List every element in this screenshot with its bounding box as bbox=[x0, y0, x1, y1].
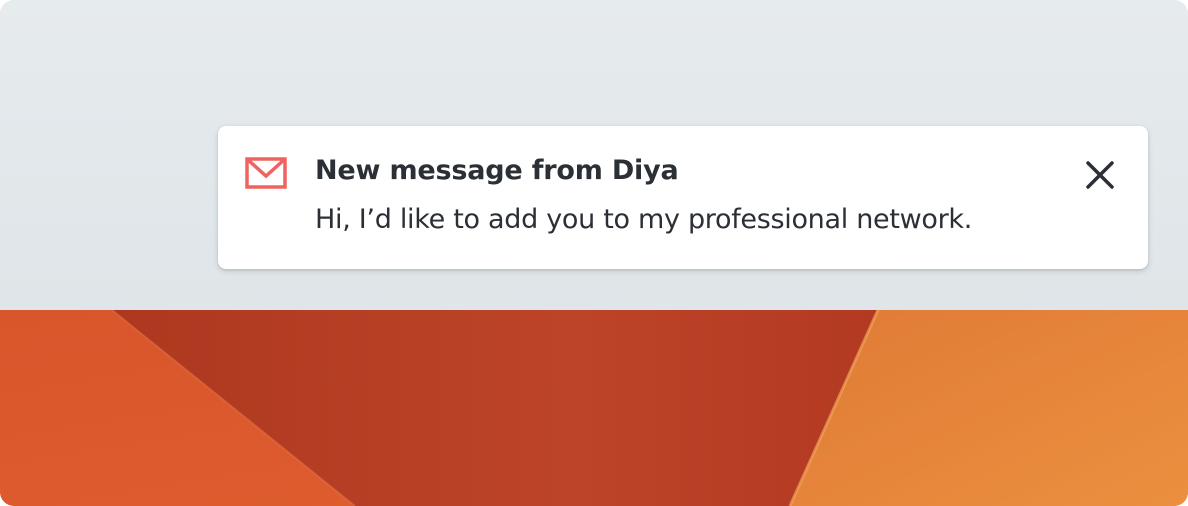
wallpaper bbox=[0, 310, 1188, 506]
close-icon bbox=[1078, 153, 1122, 197]
notification-message: Hi, I’d like to add you to my profession… bbox=[315, 204, 973, 235]
close-button[interactable] bbox=[1078, 153, 1122, 197]
notification-toast[interactable]: New message from Diya Hi, I’d like to ad… bbox=[218, 126, 1148, 269]
screen: New message from Diya Hi, I’d like to ad… bbox=[0, 0, 1188, 506]
notification-title: New message from Diya bbox=[315, 155, 679, 186]
mail-icon bbox=[245, 157, 287, 189]
